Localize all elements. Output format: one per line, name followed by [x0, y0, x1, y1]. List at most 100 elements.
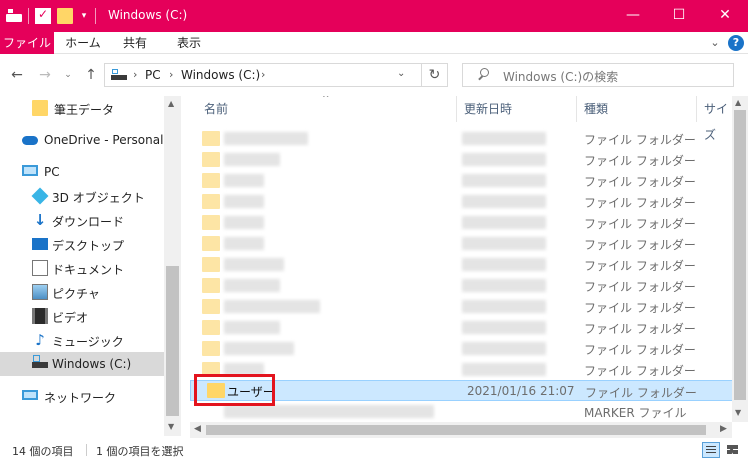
scroll-down-icon[interactable]: ▼	[735, 408, 741, 417]
redacted-date	[462, 258, 546, 271]
folder-icon	[202, 341, 220, 356]
desktop-icon	[32, 238, 48, 250]
scroll-down-icon[interactable]: ▼	[168, 422, 174, 431]
sidebar-item-onedrive[interactable]: OneDrive - Personal	[0, 128, 164, 152]
table-row[interactable]: ファイル フォルダー	[190, 317, 734, 338]
column-divider[interactable]	[456, 96, 457, 122]
sidebar-scroll-thumb[interactable]	[166, 266, 179, 416]
search-input[interactable]: Windows (C:)の検索	[462, 63, 734, 87]
sidebar-item-desktop[interactable]: デスクトップ	[0, 232, 164, 256]
sidebar-item-documents[interactable]: ドキュメント	[0, 256, 164, 280]
minimize-button[interactable]: —	[610, 0, 656, 30]
redacted-name	[224, 300, 320, 313]
forward-button[interactable]: →	[36, 66, 54, 84]
help-icon[interactable]: ?	[728, 35, 744, 51]
recent-locations-button[interactable]: ⌄	[62, 66, 74, 84]
back-button[interactable]: ←	[8, 66, 26, 84]
redacted-name	[224, 342, 294, 355]
sidebar-item-music[interactable]: ♪ ミュージック	[0, 328, 164, 352]
column-header-size[interactable]: サイズ	[704, 96, 734, 142]
sidebar-item-label: OneDrive - Personal	[44, 133, 164, 147]
redacted-name	[224, 132, 308, 145]
tab-file[interactable]: ファイル	[0, 32, 54, 54]
details-view-icon[interactable]	[702, 442, 720, 458]
breadcrumb-separator[interactable]: ›	[169, 68, 173, 81]
column-divider[interactable]	[696, 96, 697, 122]
table-row[interactable]: ファイル フォルダー	[190, 170, 734, 191]
up-button[interactable]: ↑	[82, 66, 100, 84]
new-folder-icon[interactable]	[57, 8, 73, 24]
breadcrumb-separator[interactable]: ›	[261, 68, 265, 81]
file-type: ファイル フォルダー	[584, 364, 696, 378]
sidebar-item-label: ピクチャ	[52, 287, 100, 301]
table-row[interactable]: ファイル フォルダー	[190, 128, 734, 149]
file-list-scroll-thumb[interactable]	[734, 110, 746, 400]
file-type: ファイル フォルダー	[585, 386, 697, 400]
status-divider	[86, 444, 87, 456]
file-type: ファイル フォルダー	[584, 175, 696, 189]
sidebar-item-label: ネットワーク	[44, 391, 117, 405]
sidebar-item-fudeo-data[interactable]: 筆王データ	[0, 96, 164, 120]
column-header-date[interactable]: 更新日時	[464, 96, 512, 122]
selection-count: 1 個の項目を選択	[96, 445, 184, 458]
address-dropdown-button[interactable]: ⌄	[397, 68, 405, 79]
folder-icon	[202, 173, 220, 188]
breadcrumb-separator[interactable]: ›	[133, 68, 137, 81]
tab-share[interactable]: 共有	[112, 32, 158, 54]
download-icon: ↓	[33, 211, 47, 229]
table-row[interactable]: ファイル フォルダー	[190, 338, 734, 359]
folder-icon	[202, 257, 220, 272]
horizontal-scroll-thumb[interactable]	[206, 425, 706, 435]
chevron-down-icon[interactable]: ⌄	[707, 35, 723, 51]
file-type: ファイル フォルダー	[584, 133, 696, 147]
file-type: ファイル フォルダー	[584, 238, 696, 252]
folder-icon	[202, 215, 220, 230]
document-icon	[32, 260, 48, 276]
breadcrumb-pc[interactable]: PC	[145, 68, 161, 82]
tab-view[interactable]: 表示	[166, 32, 212, 54]
sidebar-item-windows-c[interactable]: Windows (C:)	[0, 352, 164, 376]
sort-ascending-icon: ^	[322, 96, 330, 104]
breadcrumb-drive[interactable]: Windows (C:)	[181, 68, 260, 82]
sidebar-item-downloads[interactable]: ↓ ダウンロード	[0, 208, 164, 232]
redacted-date	[462, 153, 546, 166]
table-row[interactable]: ファイル フォルダー	[190, 149, 734, 170]
sidebar-item-label: PC	[44, 165, 60, 179]
redacted-date	[462, 216, 546, 229]
file-type: ファイル フォルダー	[584, 154, 696, 168]
close-button[interactable]: ✕	[702, 0, 748, 30]
sidebar-item-3d-objects[interactable]: 3D オブジェクト	[0, 184, 164, 208]
window-title: Windows (C:)	[108, 8, 188, 22]
sidebar-item-videos[interactable]: ビデオ	[0, 304, 164, 328]
table-row[interactable]: ファイル フォルダー	[190, 275, 734, 296]
large-icons-view-icon[interactable]	[724, 442, 742, 458]
column-divider[interactable]	[576, 96, 577, 122]
table-row[interactable]: ファイル フォルダー	[190, 233, 734, 254]
redacted-name	[224, 279, 280, 292]
sidebar-item-pc[interactable]: PC	[0, 160, 164, 184]
scroll-up-icon[interactable]: ▲	[168, 99, 174, 108]
refresh-button[interactable]: ↻	[422, 63, 448, 87]
table-row[interactable]: ファイル フォルダー	[190, 254, 734, 275]
scroll-left-icon[interactable]: ◀	[194, 424, 201, 434]
folder-icon	[202, 299, 220, 314]
sidebar-item-label: ビデオ	[52, 311, 89, 325]
table-row[interactable]: ファイル フォルダー	[190, 212, 734, 233]
column-header-name[interactable]: 名前	[204, 96, 228, 122]
scroll-up-icon[interactable]: ▲	[735, 98, 741, 107]
scroll-right-icon[interactable]: ▶	[720, 424, 727, 434]
table-row[interactable]: ファイル フォルダー	[190, 296, 734, 317]
table-row[interactable]: ファイル フォルダー	[190, 191, 734, 212]
maximize-button[interactable]: ☐	[656, 0, 702, 30]
sidebar-item-network[interactable]: ネットワーク	[0, 384, 164, 408]
address-bar[interactable]: › PC › Windows (C:) › ⌄	[104, 63, 422, 87]
column-header-type[interactable]: 種類	[584, 96, 608, 122]
3d-objects-icon	[31, 187, 49, 205]
properties-icon[interactable]	[35, 7, 51, 24]
sidebar-item-pictures[interactable]: ピクチャ	[0, 280, 164, 304]
customize-toolbar-icon[interactable]: ▾	[79, 8, 89, 24]
folder-icon	[32, 100, 48, 116]
folder-icon	[202, 131, 220, 146]
tab-home[interactable]: ホーム	[60, 32, 106, 54]
file-type: ファイル フォルダー	[584, 217, 696, 231]
